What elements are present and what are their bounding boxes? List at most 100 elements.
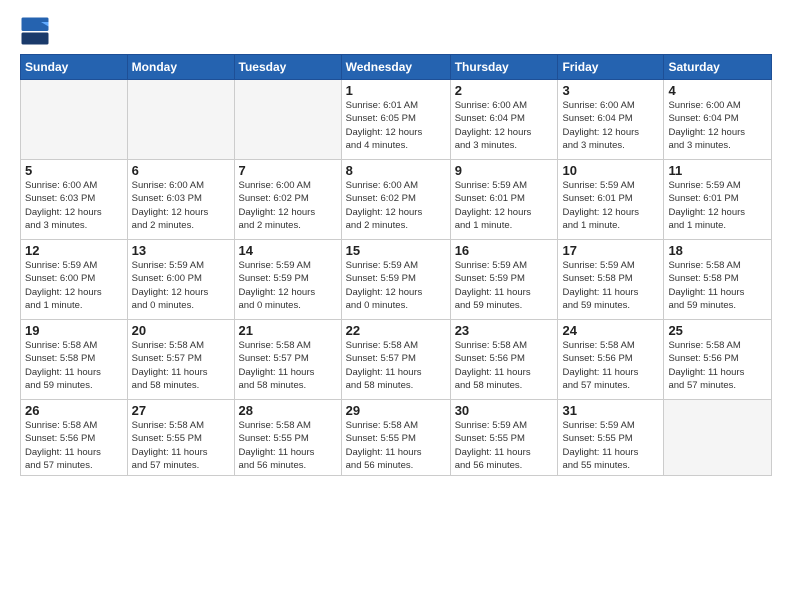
day-info: Sunrise: 6:00 AM Sunset: 6:03 PM Dayligh… [25, 179, 123, 232]
calendar-day-cell: 14Sunrise: 5:59 AM Sunset: 5:59 PM Dayli… [234, 240, 341, 320]
calendar-day-cell: 12Sunrise: 5:59 AM Sunset: 6:00 PM Dayli… [21, 240, 128, 320]
day-number: 24 [562, 323, 659, 338]
day-number: 25 [668, 323, 767, 338]
day-info: Sunrise: 6:00 AM Sunset: 6:02 PM Dayligh… [346, 179, 446, 232]
weekday-header: Tuesday [234, 55, 341, 80]
day-info: Sunrise: 5:58 AM Sunset: 5:58 PM Dayligh… [668, 259, 767, 312]
calendar-week-row: 1Sunrise: 6:01 AM Sunset: 6:05 PM Daylig… [21, 80, 772, 160]
day-number: 27 [132, 403, 230, 418]
day-number: 13 [132, 243, 230, 258]
calendar-day-cell: 23Sunrise: 5:58 AM Sunset: 5:56 PM Dayli… [450, 320, 558, 400]
day-number: 31 [562, 403, 659, 418]
day-info: Sunrise: 5:58 AM Sunset: 5:55 PM Dayligh… [132, 419, 230, 472]
calendar-day-cell: 16Sunrise: 5:59 AM Sunset: 5:59 PM Dayli… [450, 240, 558, 320]
calendar-day-cell: 1Sunrise: 6:01 AM Sunset: 6:05 PM Daylig… [341, 80, 450, 160]
day-info: Sunrise: 6:00 AM Sunset: 6:04 PM Dayligh… [455, 99, 554, 152]
day-number: 1 [346, 83, 446, 98]
calendar-day-cell: 13Sunrise: 5:59 AM Sunset: 6:00 PM Dayli… [127, 240, 234, 320]
calendar-day-cell: 24Sunrise: 5:58 AM Sunset: 5:56 PM Dayli… [558, 320, 664, 400]
day-info: Sunrise: 5:59 AM Sunset: 5:55 PM Dayligh… [455, 419, 554, 472]
day-number: 9 [455, 163, 554, 178]
calendar-day-cell: 7Sunrise: 6:00 AM Sunset: 6:02 PM Daylig… [234, 160, 341, 240]
calendar-header-row: SundayMondayTuesdayWednesdayThursdayFrid… [21, 55, 772, 80]
day-number: 2 [455, 83, 554, 98]
calendar-day-cell: 30Sunrise: 5:59 AM Sunset: 5:55 PM Dayli… [450, 400, 558, 476]
weekday-header: Monday [127, 55, 234, 80]
day-number: 20 [132, 323, 230, 338]
calendar-day-cell: 8Sunrise: 6:00 AM Sunset: 6:02 PM Daylig… [341, 160, 450, 240]
day-info: Sunrise: 6:00 AM Sunset: 6:03 PM Dayligh… [132, 179, 230, 232]
calendar-day-cell: 25Sunrise: 5:58 AM Sunset: 5:56 PM Dayli… [664, 320, 772, 400]
calendar-day-cell: 5Sunrise: 6:00 AM Sunset: 6:03 PM Daylig… [21, 160, 128, 240]
day-info: Sunrise: 6:00 AM Sunset: 6:04 PM Dayligh… [562, 99, 659, 152]
calendar-day-cell [21, 80, 128, 160]
page: SundayMondayTuesdayWednesdayThursdayFrid… [0, 0, 792, 612]
day-info: Sunrise: 5:58 AM Sunset: 5:57 PM Dayligh… [239, 339, 337, 392]
weekday-header: Saturday [664, 55, 772, 80]
calendar-day-cell: 21Sunrise: 5:58 AM Sunset: 5:57 PM Dayli… [234, 320, 341, 400]
calendar-day-cell: 20Sunrise: 5:58 AM Sunset: 5:57 PM Dayli… [127, 320, 234, 400]
day-number: 21 [239, 323, 337, 338]
weekday-header: Friday [558, 55, 664, 80]
day-info: Sunrise: 6:00 AM Sunset: 6:04 PM Dayligh… [668, 99, 767, 152]
day-info: Sunrise: 5:59 AM Sunset: 6:01 PM Dayligh… [668, 179, 767, 232]
day-info: Sunrise: 5:58 AM Sunset: 5:56 PM Dayligh… [25, 419, 123, 472]
day-info: Sunrise: 5:59 AM Sunset: 6:00 PM Dayligh… [132, 259, 230, 312]
day-info: Sunrise: 6:01 AM Sunset: 6:05 PM Dayligh… [346, 99, 446, 152]
day-number: 4 [668, 83, 767, 98]
calendar-day-cell: 9Sunrise: 5:59 AM Sunset: 6:01 PM Daylig… [450, 160, 558, 240]
calendar-week-row: 12Sunrise: 5:59 AM Sunset: 6:00 PM Dayli… [21, 240, 772, 320]
day-number: 6 [132, 163, 230, 178]
day-number: 12 [25, 243, 123, 258]
logo [20, 16, 54, 46]
day-info: Sunrise: 5:58 AM Sunset: 5:56 PM Dayligh… [668, 339, 767, 392]
day-info: Sunrise: 5:58 AM Sunset: 5:55 PM Dayligh… [239, 419, 337, 472]
weekday-header: Thursday [450, 55, 558, 80]
day-number: 11 [668, 163, 767, 178]
day-info: Sunrise: 5:59 AM Sunset: 5:55 PM Dayligh… [562, 419, 659, 472]
day-number: 17 [562, 243, 659, 258]
day-info: Sunrise: 5:59 AM Sunset: 5:59 PM Dayligh… [239, 259, 337, 312]
calendar-day-cell: 11Sunrise: 5:59 AM Sunset: 6:01 PM Dayli… [664, 160, 772, 240]
calendar-week-row: 19Sunrise: 5:58 AM Sunset: 5:58 PM Dayli… [21, 320, 772, 400]
calendar-day-cell: 29Sunrise: 5:58 AM Sunset: 5:55 PM Dayli… [341, 400, 450, 476]
day-info: Sunrise: 5:59 AM Sunset: 5:59 PM Dayligh… [455, 259, 554, 312]
day-number: 28 [239, 403, 337, 418]
calendar-day-cell [127, 80, 234, 160]
day-number: 22 [346, 323, 446, 338]
weekday-header: Wednesday [341, 55, 450, 80]
calendar-day-cell: 2Sunrise: 6:00 AM Sunset: 6:04 PM Daylig… [450, 80, 558, 160]
day-info: Sunrise: 5:58 AM Sunset: 5:57 PM Dayligh… [132, 339, 230, 392]
day-number: 10 [562, 163, 659, 178]
day-info: Sunrise: 5:58 AM Sunset: 5:58 PM Dayligh… [25, 339, 123, 392]
weekday-header: Sunday [21, 55, 128, 80]
day-info: Sunrise: 5:58 AM Sunset: 5:56 PM Dayligh… [455, 339, 554, 392]
calendar-day-cell: 6Sunrise: 6:00 AM Sunset: 6:03 PM Daylig… [127, 160, 234, 240]
calendar-day-cell: 15Sunrise: 5:59 AM Sunset: 5:59 PM Dayli… [341, 240, 450, 320]
day-number: 30 [455, 403, 554, 418]
calendar-day-cell: 28Sunrise: 5:58 AM Sunset: 5:55 PM Dayli… [234, 400, 341, 476]
calendar-day-cell [234, 80, 341, 160]
calendar-day-cell: 18Sunrise: 5:58 AM Sunset: 5:58 PM Dayli… [664, 240, 772, 320]
calendar-day-cell: 22Sunrise: 5:58 AM Sunset: 5:57 PM Dayli… [341, 320, 450, 400]
day-number: 18 [668, 243, 767, 258]
day-info: Sunrise: 5:59 AM Sunset: 6:01 PM Dayligh… [455, 179, 554, 232]
calendar-day-cell: 31Sunrise: 5:59 AM Sunset: 5:55 PM Dayli… [558, 400, 664, 476]
day-info: Sunrise: 5:59 AM Sunset: 5:59 PM Dayligh… [346, 259, 446, 312]
calendar-day-cell: 4Sunrise: 6:00 AM Sunset: 6:04 PM Daylig… [664, 80, 772, 160]
day-number: 26 [25, 403, 123, 418]
day-number: 19 [25, 323, 123, 338]
logo-icon [20, 16, 50, 46]
day-number: 14 [239, 243, 337, 258]
calendar-day-cell: 19Sunrise: 5:58 AM Sunset: 5:58 PM Dayli… [21, 320, 128, 400]
day-number: 23 [455, 323, 554, 338]
day-number: 3 [562, 83, 659, 98]
day-info: Sunrise: 5:58 AM Sunset: 5:57 PM Dayligh… [346, 339, 446, 392]
day-info: Sunrise: 5:59 AM Sunset: 6:00 PM Dayligh… [25, 259, 123, 312]
calendar-week-row: 26Sunrise: 5:58 AM Sunset: 5:56 PM Dayli… [21, 400, 772, 476]
day-info: Sunrise: 6:00 AM Sunset: 6:02 PM Dayligh… [239, 179, 337, 232]
day-info: Sunrise: 5:58 AM Sunset: 5:56 PM Dayligh… [562, 339, 659, 392]
calendar-day-cell: 17Sunrise: 5:59 AM Sunset: 5:58 PM Dayli… [558, 240, 664, 320]
day-number: 7 [239, 163, 337, 178]
day-number: 8 [346, 163, 446, 178]
